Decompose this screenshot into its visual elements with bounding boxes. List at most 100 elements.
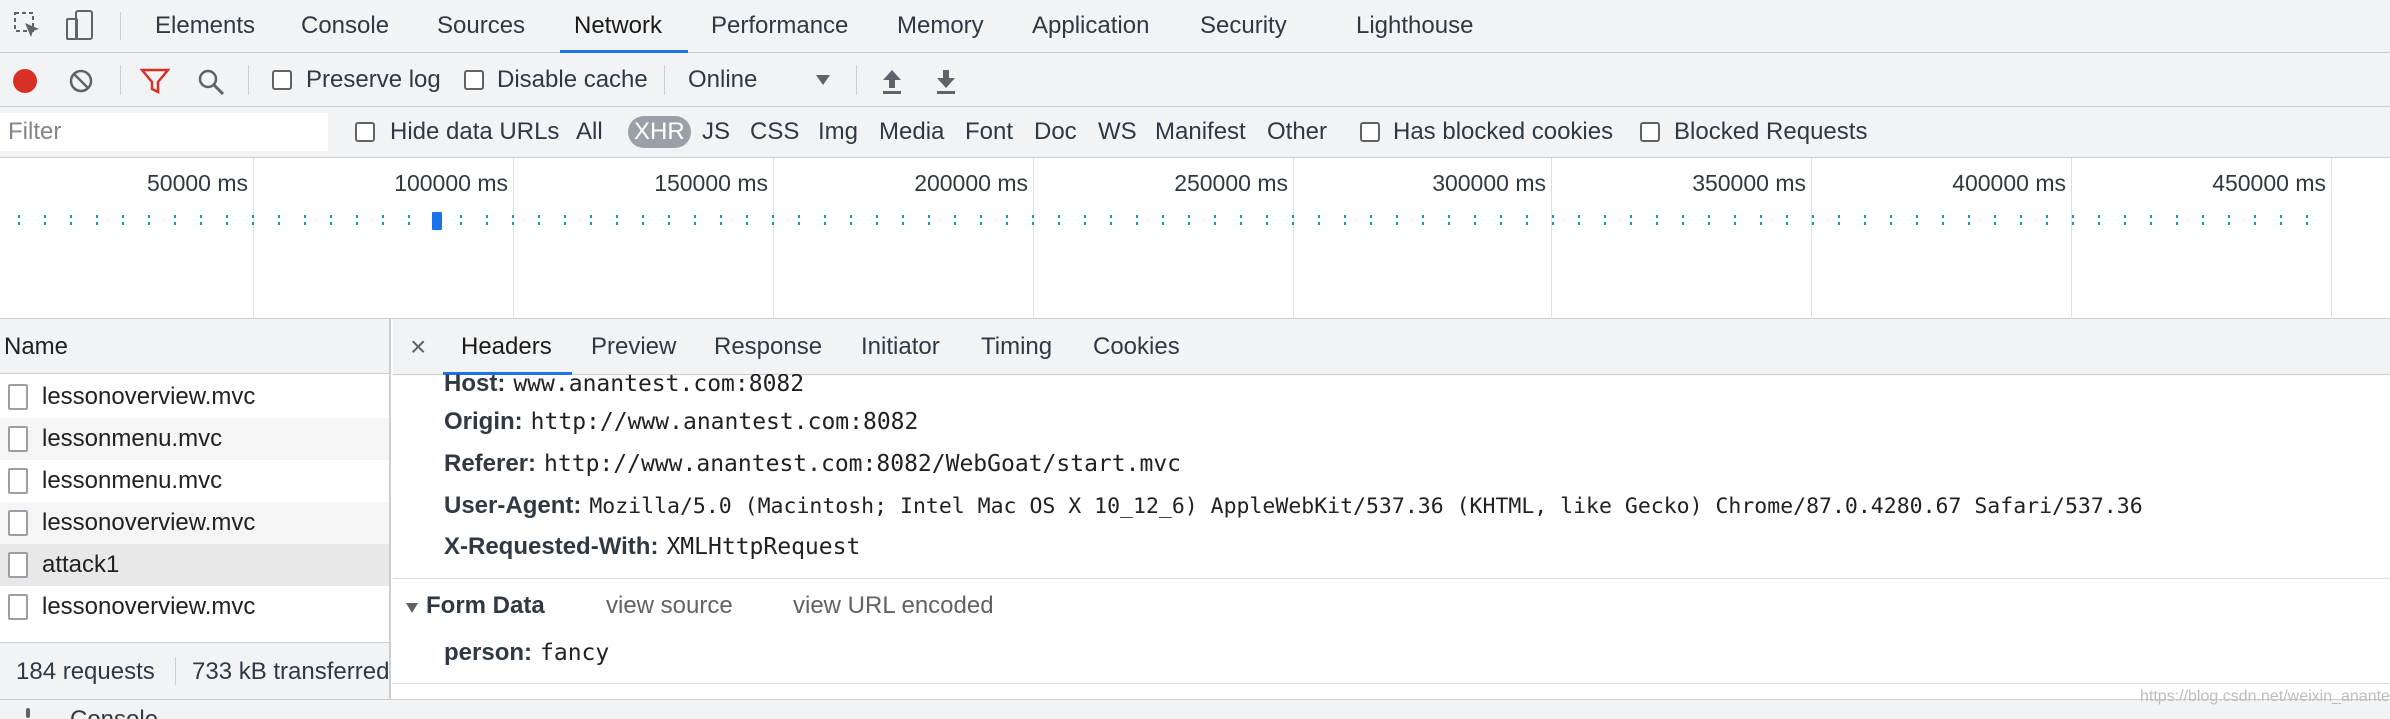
type-filter-js[interactable]: JS bbox=[702, 107, 730, 157]
file-icon bbox=[8, 594, 28, 620]
type-filter-font[interactable]: Font bbox=[965, 107, 1013, 157]
overview-gridline bbox=[2071, 158, 2072, 317]
form-field-value: fancy bbox=[540, 640, 610, 666]
section-divider bbox=[393, 683, 2390, 684]
export-har-icon[interactable] bbox=[934, 67, 958, 95]
overview-gridline bbox=[2331, 158, 2332, 317]
tab-preview[interactable]: Preview bbox=[591, 319, 676, 374]
tab-console[interactable]: Console bbox=[301, 0, 389, 52]
view-source-link[interactable]: view source bbox=[606, 586, 733, 626]
overview-gridline bbox=[253, 158, 254, 317]
disable-cache-checkbox[interactable] bbox=[464, 70, 484, 90]
tab-memory[interactable]: Memory bbox=[897, 0, 984, 52]
tab-timing[interactable]: Timing bbox=[981, 319, 1052, 374]
status-separator bbox=[175, 657, 176, 685]
blocked-requests-checkbox[interactable] bbox=[1640, 122, 1660, 142]
device-toolbar-icon[interactable] bbox=[64, 8, 96, 42]
disable-cache-label[interactable]: Disable cache bbox=[497, 53, 648, 106]
header-key: Host: bbox=[444, 370, 506, 397]
header-key: User-Agent: bbox=[444, 492, 582, 519]
network-toolbar: Preserve log Disable cache Online bbox=[0, 53, 2390, 107]
network-overview[interactable]: 50000 ms 100000 ms 150000 ms 200000 ms 2… bbox=[0, 158, 2390, 319]
tab-lighthouse[interactable]: Lighthouse bbox=[1356, 0, 1473, 52]
drawer-tab-console[interactable]: Console bbox=[70, 706, 158, 719]
header-value: Mozilla/5.0 (Macintosh; Intel Mac OS X 1… bbox=[589, 494, 2143, 519]
request-row-selected[interactable]: attack1 bbox=[0, 544, 389, 586]
header-value: http://www.anantest.com:8082 bbox=[530, 409, 919, 435]
watermark: https://blog.csdn.net/weixin_anantest bbox=[2140, 688, 2390, 705]
preserve-log-checkbox[interactable] bbox=[272, 70, 292, 90]
overview-gridline bbox=[773, 158, 774, 317]
has-blocked-cookies-checkbox[interactable] bbox=[1360, 122, 1380, 142]
toolbar-separator bbox=[664, 65, 665, 95]
toolbar-separator bbox=[856, 65, 857, 95]
request-name: lessonmenu.mvc bbox=[42, 467, 223, 494]
overview-tick-label: 150000 ms bbox=[654, 170, 768, 196]
tab-sources[interactable]: Sources bbox=[437, 0, 525, 52]
request-header-row: User-Agent: Mozilla/5.0 (Macintosh; Intel… bbox=[444, 486, 2143, 526]
file-icon bbox=[8, 468, 28, 494]
header-key: X-Requested-With: bbox=[444, 533, 659, 560]
type-filter-doc[interactable]: Doc bbox=[1034, 107, 1077, 157]
file-icon bbox=[8, 510, 28, 536]
request-row[interactable]: lessonoverview.mvc bbox=[0, 586, 389, 628]
form-field-key: person: bbox=[444, 639, 533, 666]
blocked-requests-label[interactable]: Blocked Requests bbox=[1674, 107, 1867, 157]
type-filter-manifest[interactable]: Manifest bbox=[1155, 107, 1246, 157]
tab-response[interactable]: Response bbox=[714, 319, 822, 374]
hide-data-urls-checkbox[interactable] bbox=[355, 122, 375, 142]
type-filter-ws[interactable]: WS bbox=[1098, 107, 1137, 157]
section-divider bbox=[393, 578, 2390, 579]
close-icon[interactable]: × bbox=[410, 319, 426, 374]
drawer-menu-icon[interactable] bbox=[26, 708, 30, 718]
form-data-title[interactable]: Form Data bbox=[426, 586, 545, 626]
hide-data-urls-label[interactable]: Hide data URLs bbox=[390, 107, 559, 157]
request-row[interactable]: lessonoverview.mvc bbox=[0, 502, 389, 544]
chevron-down-icon[interactable] bbox=[814, 73, 832, 87]
type-filter-all[interactable]: All bbox=[576, 107, 603, 157]
record-icon[interactable] bbox=[13, 69, 37, 93]
request-details-panel: × Headers Preview Response Initiator Tim… bbox=[393, 319, 2390, 699]
tab-performance[interactable]: Performance bbox=[711, 0, 848, 52]
request-count: 184 requests bbox=[16, 658, 155, 685]
type-filter-xhr[interactable]: XHR bbox=[628, 116, 691, 148]
view-url-encoded-link[interactable]: view URL encoded bbox=[793, 586, 994, 626]
header-value: www.anantest.com:8082 bbox=[513, 371, 805, 397]
toolbar-separator bbox=[248, 65, 249, 95]
preserve-log-label[interactable]: Preserve log bbox=[306, 53, 441, 106]
tab-headers[interactable]: Headers bbox=[443, 319, 572, 375]
overview-tick-label: 250000 ms bbox=[1174, 170, 1288, 196]
type-filter-css[interactable]: CSS bbox=[750, 107, 799, 157]
request-row[interactable]: lessonmenu.mvc bbox=[0, 460, 389, 502]
file-icon bbox=[8, 426, 28, 452]
filter-icon[interactable] bbox=[139, 67, 171, 95]
overview-gridline bbox=[1033, 158, 1034, 317]
import-har-icon[interactable] bbox=[880, 67, 904, 95]
search-icon[interactable] bbox=[196, 67, 226, 97]
console-drawer[interactable]: Console bbox=[0, 699, 2390, 719]
clear-icon[interactable] bbox=[68, 68, 94, 94]
tab-application[interactable]: Application bbox=[1032, 0, 1149, 52]
triangle-down-icon[interactable] bbox=[405, 601, 419, 613]
request-row[interactable]: lessonoverview.mvc bbox=[0, 376, 389, 418]
overview-gridline bbox=[513, 158, 514, 317]
inspect-element-icon[interactable] bbox=[12, 10, 42, 40]
tab-network[interactable]: Network bbox=[559, 0, 689, 53]
devtools-tab-bar: Elements Console Sources Network Perform… bbox=[0, 0, 2390, 53]
tab-security[interactable]: Security bbox=[1200, 0, 1287, 52]
overview-gridline bbox=[1551, 158, 1552, 317]
throttling-select[interactable]: Online bbox=[688, 53, 757, 106]
filter-input[interactable] bbox=[0, 113, 328, 151]
request-row[interactable]: lessonmenu.mvc bbox=[0, 418, 389, 460]
request-name: lessonoverview.mvc bbox=[42, 593, 256, 620]
name-column-header[interactable]: Name bbox=[0, 319, 389, 374]
type-filter-media[interactable]: Media bbox=[879, 107, 944, 157]
overview-tick-label: 300000 ms bbox=[1432, 170, 1546, 196]
tab-initiator[interactable]: Initiator bbox=[861, 319, 940, 374]
tab-cookies[interactable]: Cookies bbox=[1093, 319, 1180, 374]
type-filter-other[interactable]: Other bbox=[1267, 107, 1327, 157]
header-key: Referer: bbox=[444, 450, 537, 477]
tab-elements[interactable]: Elements bbox=[155, 0, 255, 52]
has-blocked-cookies-label[interactable]: Has blocked cookies bbox=[1393, 107, 1613, 157]
type-filter-img[interactable]: Img bbox=[818, 107, 858, 157]
